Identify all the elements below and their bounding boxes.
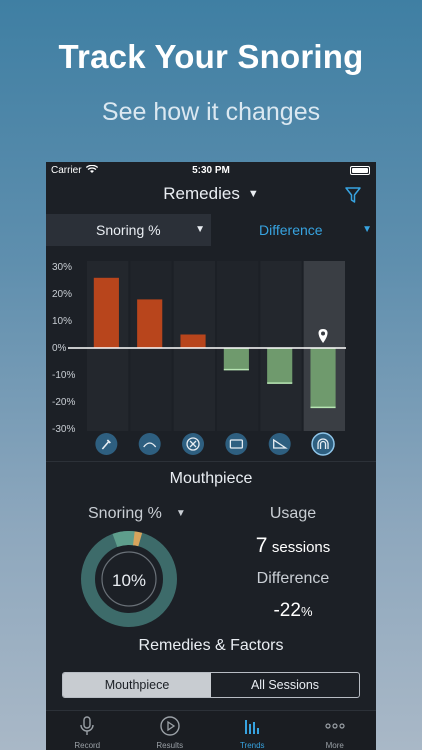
nasal-strips-icon-button[interactable] <box>138 433 161 455</box>
tab-more-label: More <box>325 741 344 750</box>
detail-metric-label: Snoring % <box>88 505 162 522</box>
usage-label: Usage <box>269 505 317 522</box>
phone-screen: Carrier 5:30 PM Remedies ▼ Snoring % ▼ Di… <box>46 162 376 750</box>
tab-record-label: Record <box>74 741 101 750</box>
tab-bar: Record Results Trends More <box>46 710 376 750</box>
chevron-down-icon: ▼ <box>195 224 205 235</box>
chart-bar[interactable] <box>267 348 293 384</box>
nav-title: Remedies <box>163 184 240 203</box>
more-dots-icon <box>325 723 345 729</box>
metric-selector-row: Snoring % ▼ Difference ▼ <box>46 214 376 246</box>
metric-dropdown-label: Snoring % <box>96 222 161 238</box>
chart-bar[interactable] <box>310 348 336 408</box>
pillow-icon-button[interactable] <box>225 433 248 455</box>
status-bar: Carrier 5:30 PM <box>46 162 376 180</box>
chart-bar[interactable] <box>180 334 206 349</box>
difference-value: -22% <box>238 600 348 622</box>
detail-metric-dropdown[interactable]: Snoring % ▼ <box>88 505 186 523</box>
y-tick-label: 10% <box>52 316 72 327</box>
usage-unit: sessions <box>271 539 331 556</box>
divider <box>46 461 376 462</box>
chart-bar[interactable] <box>93 277 119 348</box>
status-time: 5:30 PM <box>192 165 230 176</box>
chart-bar[interactable] <box>137 299 163 348</box>
y-tick-label: -10% <box>52 370 75 381</box>
chevron-down-icon: ▼ <box>175 508 186 519</box>
promo-headline: Track Your Snoring <box>58 38 364 75</box>
usage-count: 7 <box>255 534 268 557</box>
snoring-percent-value: 10% <box>112 571 146 590</box>
filter-icon[interactable] <box>344 186 362 204</box>
remedies-bar-chart: 30% 20% 10% 0% -10% -20% -30% <box>46 252 376 462</box>
segment-all-sessions[interactable]: All Sessions <box>211 673 359 697</box>
difference-number: -22 <box>273 600 301 621</box>
bar-chart-icon <box>245 720 260 734</box>
pin-marker-dot <box>321 331 326 336</box>
tab-record[interactable]: Record <box>46 711 129 750</box>
comparison-segmented-control: Mouthpiece All Sessions <box>62 672 360 698</box>
difference-unit: % <box>300 604 313 619</box>
y-tick-label: 20% <box>52 289 72 300</box>
microphone-icon <box>80 716 94 735</box>
tab-results[interactable]: Results <box>129 711 212 750</box>
snoring-percent-donut: 10% <box>81 531 177 627</box>
y-tick-label: -20% <box>52 397 75 408</box>
mouthpiece-icon-button[interactable] <box>311 432 335 456</box>
comparison-dropdown[interactable]: Difference ▼ <box>211 214 376 246</box>
usage-value: 7 sessions <box>238 534 348 558</box>
y-tick-label: 0% <box>52 343 67 354</box>
chart-column-bg[interactable] <box>217 261 259 431</box>
metric-dropdown[interactable]: Snoring % ▼ <box>46 214 211 246</box>
chart-bar[interactable] <box>223 348 249 370</box>
y-tick-label: -30% <box>52 424 75 435</box>
chart-column-bg[interactable] <box>260 261 302 431</box>
battery-icon <box>350 166 370 175</box>
promo-subline: See how it changes <box>101 98 321 126</box>
remedy-title: Mouthpiece <box>169 470 253 487</box>
chevron-down-icon: ▼ <box>247 188 259 200</box>
tab-results-label: Results <box>156 741 184 750</box>
difference-label: Difference <box>256 570 330 587</box>
tab-more[interactable]: More <box>294 711 377 750</box>
tab-trends-label: Trends <box>239 741 265 750</box>
segment-mouthpiece[interactable]: Mouthpiece <box>63 673 211 697</box>
comparison-dropdown-label: Difference <box>259 222 323 238</box>
play-icon <box>160 716 180 736</box>
remedies-factors-title: Remedies & Factors <box>138 637 284 654</box>
y-tick-label: 30% <box>52 262 72 273</box>
chevron-down-icon: ▼ <box>362 224 372 235</box>
remedies-dropdown[interactable]: Remedies ▼ <box>46 184 376 208</box>
tab-trends[interactable]: Trends <box>211 711 294 750</box>
